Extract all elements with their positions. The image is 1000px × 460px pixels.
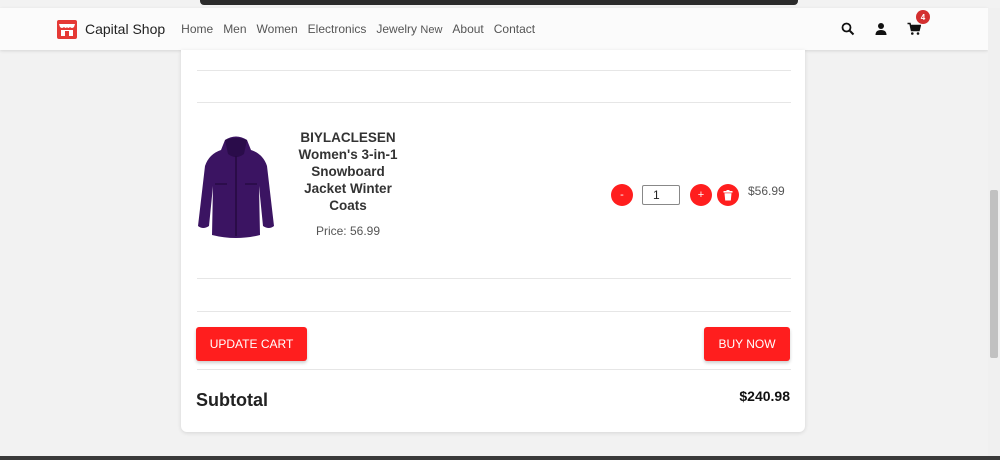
product-image <box>198 136 274 238</box>
nav-link-home[interactable]: Home <box>181 22 213 36</box>
cart-count-badge: 4 <box>916 10 930 24</box>
store-logo-icon <box>57 20 77 39</box>
product-title[interactable]: BIYLACLESEN Women's 3-in-1 Snowboard Jac… <box>298 129 398 214</box>
divider <box>197 278 791 279</box>
remove-item-button[interactable] <box>717 184 739 206</box>
subtotal-label: Subtotal <box>196 390 268 410</box>
product-price: Price: 56.99 <box>315 224 381 238</box>
update-cart-button[interactable]: UPDATE CART <box>196 327 307 361</box>
scrollbar[interactable] <box>988 8 1000 456</box>
cart-card: BIYLACLESEN Women's 3-in-1 Snowboard Jac… <box>181 50 805 432</box>
decrease-quantity-button[interactable]: - <box>611 184 633 206</box>
divider <box>197 102 791 103</box>
nav-links: Home Men Women Electronics Jewelry New A… <box>181 22 545 36</box>
nav-link-men[interactable]: Men <box>223 22 246 36</box>
divider <box>197 70 791 71</box>
brand-name: Capital Shop <box>85 21 166 37</box>
nav-link-about[interactable]: About <box>452 22 483 36</box>
search-icon[interactable] <box>840 21 856 37</box>
quantity-input[interactable]: 1 <box>642 185 680 205</box>
nav-link-women[interactable]: Women <box>257 22 298 36</box>
nav-link-jewelry[interactable]: Jewelry New <box>376 22 442 36</box>
nav-link-electronics[interactable]: Electronics <box>308 22 367 36</box>
brand[interactable]: Capital Shop <box>56 18 165 40</box>
top-dark-bar <box>200 0 798 5</box>
bottom-bar <box>0 456 1000 460</box>
new-badge: New <box>420 24 443 36</box>
browser-top-strip <box>0 0 1000 8</box>
trash-icon <box>723 189 733 200</box>
nav-link-jewelry-label: Jewelry <box>376 22 418 36</box>
divider <box>197 369 791 370</box>
divider <box>197 311 791 312</box>
nav-icons: 4 <box>840 8 939 50</box>
scrollbar-thumb[interactable] <box>990 190 998 358</box>
navbar: Capital Shop Home Men Women Electronics … <box>0 8 988 50</box>
increase-quantity-button[interactable]: + <box>690 184 712 206</box>
buy-now-button[interactable]: BUY NOW <box>704 327 790 361</box>
user-icon[interactable] <box>873 21 889 37</box>
subtotal-value: $240.98 <box>739 388 790 404</box>
cart-icon[interactable]: 4 <box>906 10 930 37</box>
nav-link-contact[interactable]: Contact <box>494 22 535 36</box>
line-total: $56.99 <box>748 184 785 198</box>
